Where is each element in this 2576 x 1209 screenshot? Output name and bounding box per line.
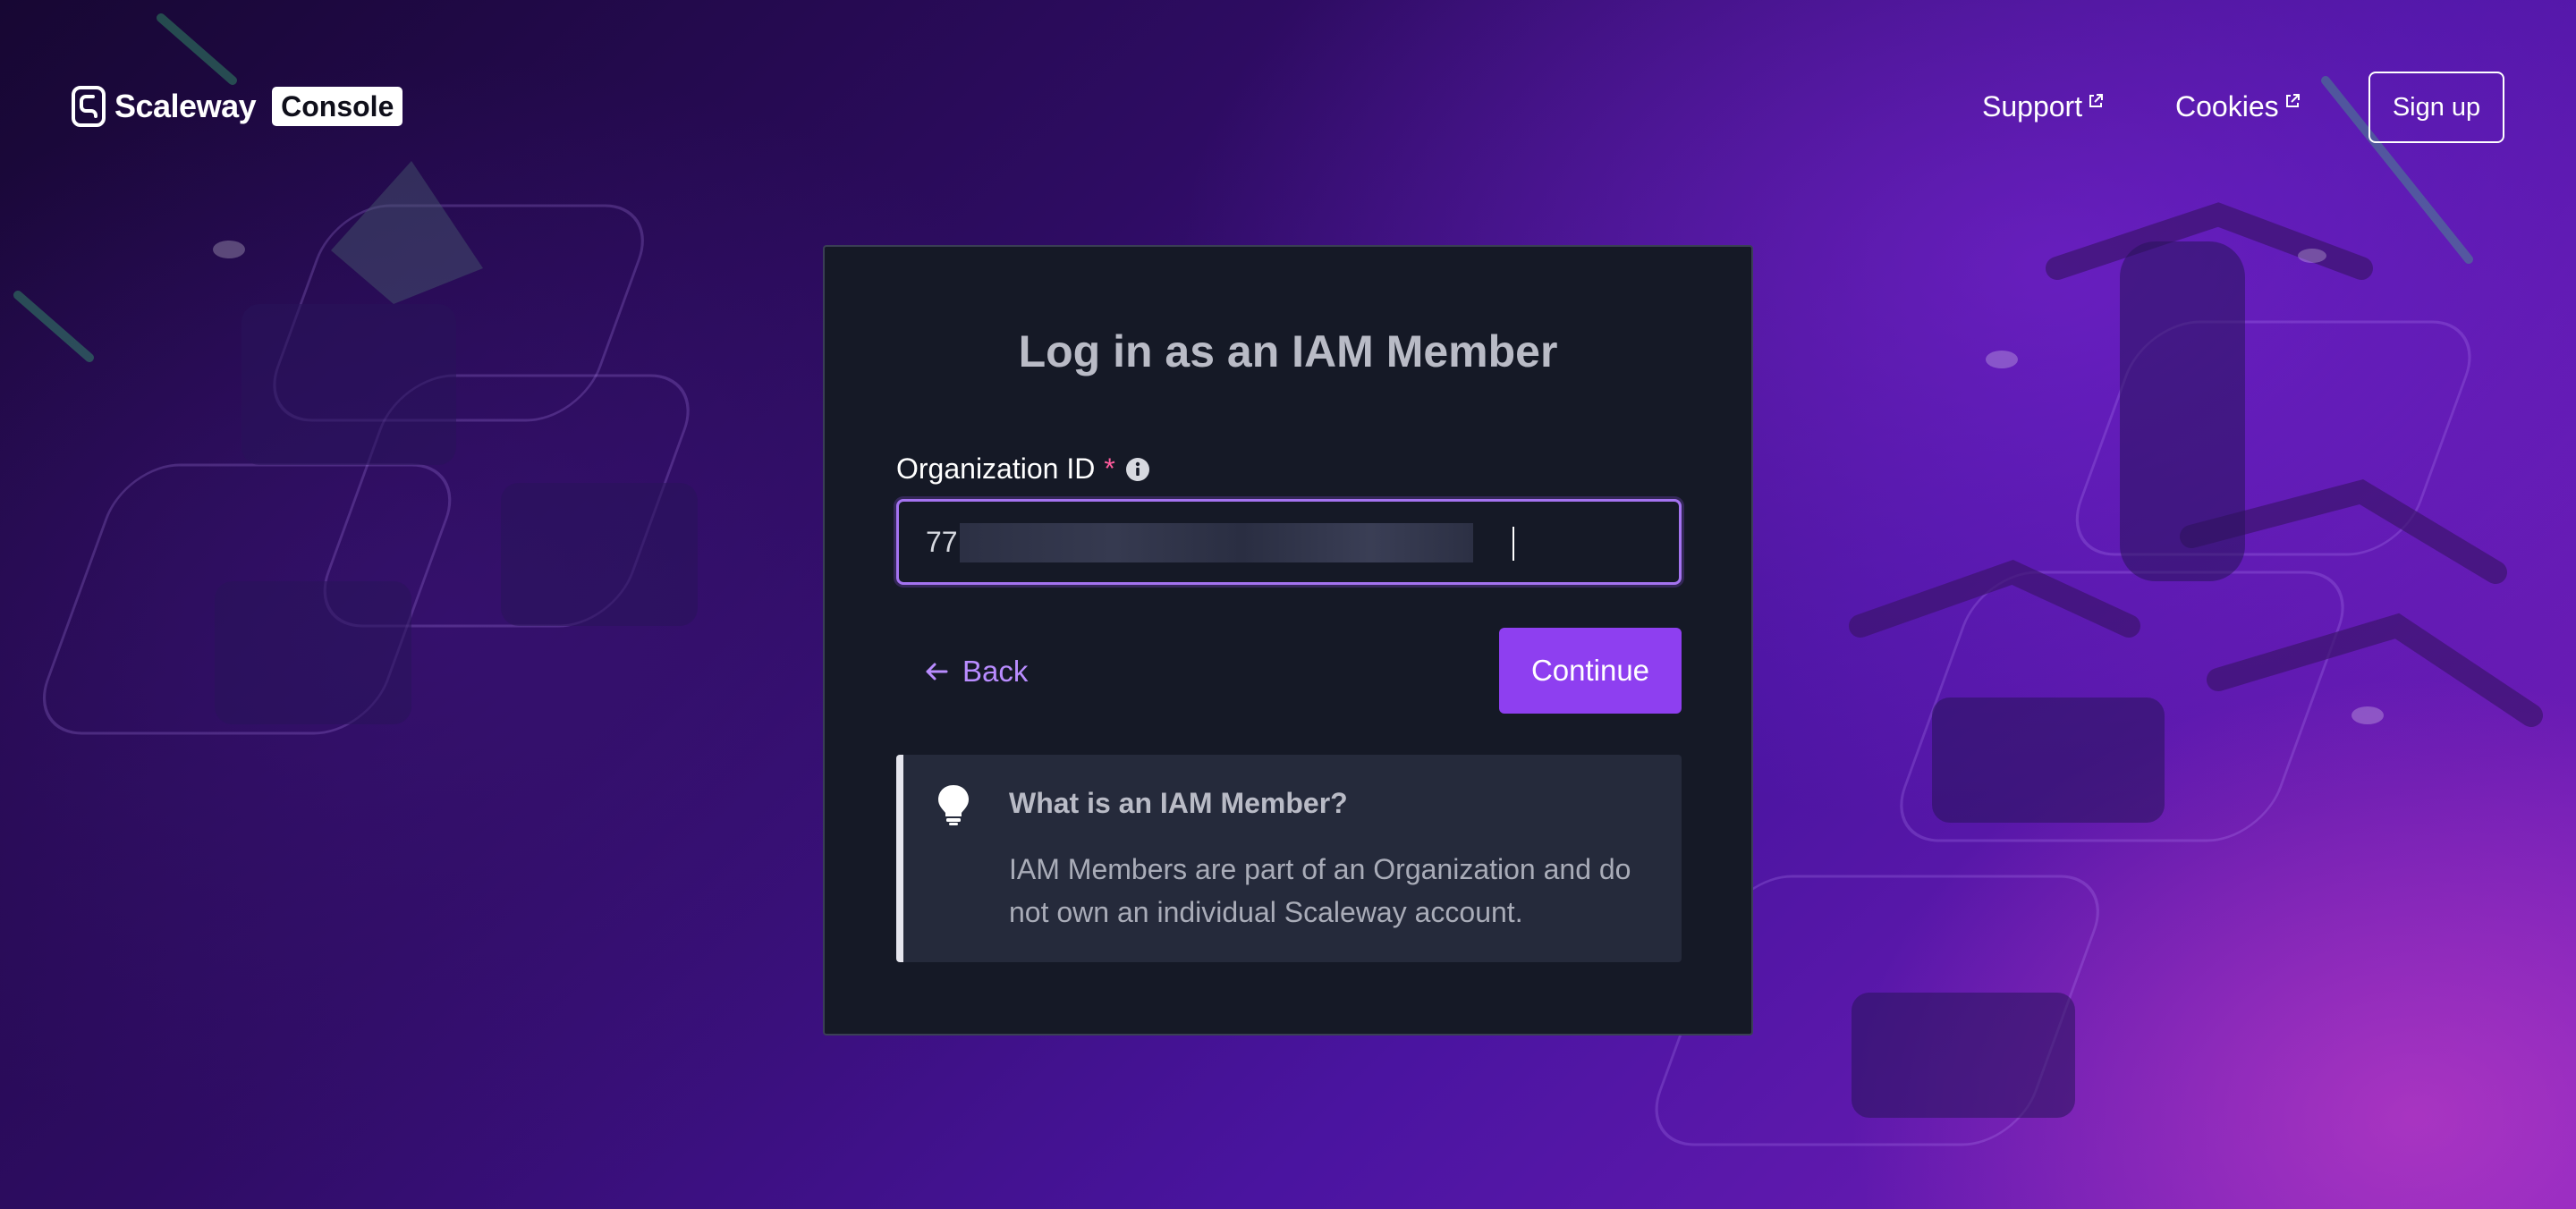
external-link-icon bbox=[2285, 94, 2300, 107]
notice-title: What is an IAM Member? bbox=[1009, 787, 1348, 819]
required-marker: * bbox=[1104, 452, 1115, 485]
organization-id-label: Organization ID * bbox=[896, 452, 1151, 486]
scaleway-logo-icon bbox=[72, 86, 106, 127]
arrow-left-icon bbox=[926, 663, 948, 681]
top-bar: Scaleway Console Support Cookies Sign up bbox=[0, 0, 2576, 215]
scaleway-console-logo[interactable]: Scaleway Console bbox=[72, 86, 403, 127]
brand-name: Scaleway bbox=[114, 88, 257, 124]
page-title: Log in as an IAM Member bbox=[1018, 326, 1558, 376]
organization-id-field[interactable] bbox=[896, 499, 1682, 585]
back-button[interactable]: Back bbox=[923, 649, 1028, 694]
redacted-value-mask bbox=[960, 523, 1473, 562]
support-link-label: Support bbox=[1982, 90, 2083, 123]
console-badge: Console bbox=[272, 87, 403, 126]
text-cursor bbox=[1513, 527, 1514, 561]
cookies-link[interactable]: Cookies bbox=[2175, 86, 2301, 127]
login-card: Log in as an IAM Member Organization ID … bbox=[823, 245, 1753, 1036]
sign-up-button[interactable]: Sign up bbox=[2368, 72, 2504, 143]
lightbulb-icon bbox=[938, 785, 969, 825]
cookies-link-label: Cookies bbox=[2175, 90, 2279, 123]
info-icon[interactable] bbox=[1124, 456, 1151, 483]
back-button-label: Back bbox=[962, 655, 1029, 688]
external-link-icon bbox=[2089, 94, 2104, 107]
continue-button[interactable]: Continue bbox=[1499, 628, 1682, 714]
notice-text: IAM Members are part of an Organization … bbox=[1009, 853, 1631, 928]
support-link[interactable]: Support bbox=[1982, 86, 2104, 127]
iam-member-info-notice: What is an IAM Member? IAM Members are p… bbox=[896, 755, 1682, 962]
organization-id-label-text: Organization ID bbox=[896, 452, 1096, 485]
